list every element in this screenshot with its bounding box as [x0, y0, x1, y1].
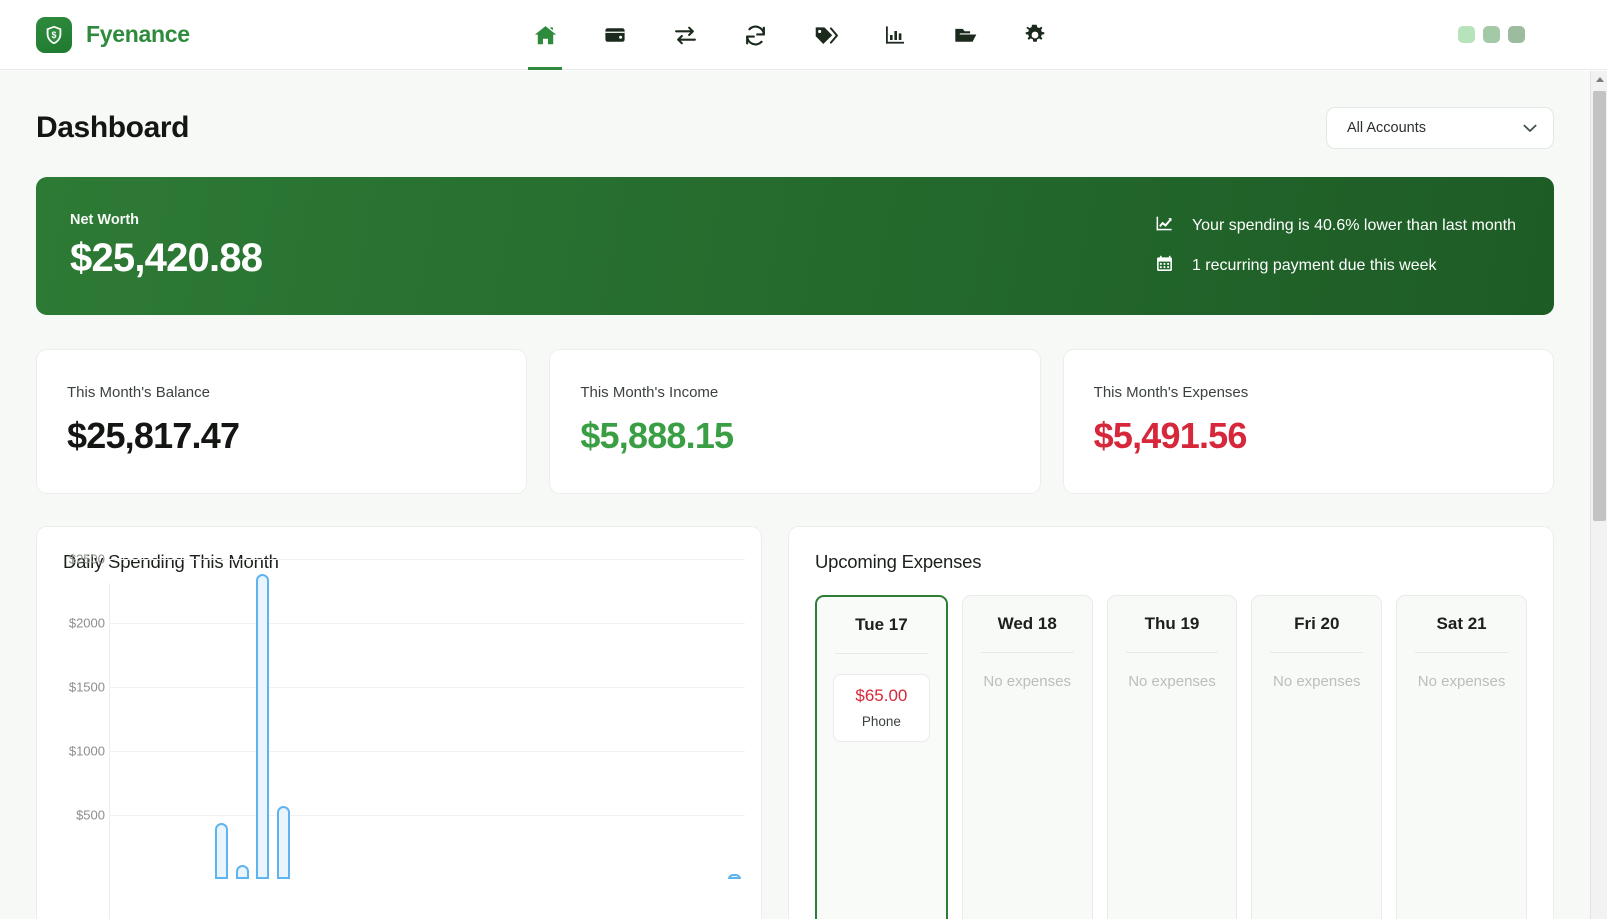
maximize-button[interactable] [1483, 26, 1500, 43]
nav-item-files[interactable] [930, 0, 1000, 70]
stat-value: $25,817.47 [67, 415, 496, 457]
home-icon [533, 23, 558, 48]
chart-y-tick: $2500 [47, 552, 105, 567]
dashboard-panels: Daily Spending This Month $2500 $2000 $150… [36, 526, 1554, 919]
no-expenses-label: No expenses [1413, 673, 1510, 690]
no-expenses-label: No expenses [979, 673, 1076, 690]
upcoming-day-card[interactable]: Wed 18 No expenses [962, 595, 1093, 919]
net-worth-insights: Your spending is 40.6% lower than last m… [1155, 214, 1516, 278]
scroll-up-button[interactable] [1591, 71, 1607, 88]
nav-item-accounts[interactable] [580, 0, 650, 70]
upcoming-day-label: Wed 18 [963, 614, 1092, 652]
chart-gridline [109, 559, 745, 560]
nav-item-reports[interactable] [860, 0, 930, 70]
stat-value: $5,888.15 [580, 415, 1009, 457]
upcoming-day-card[interactable]: Tue 17 $65.00 Phone [815, 595, 948, 919]
minimize-button[interactable] [1458, 26, 1475, 43]
main-viewport: Dashboard All Accounts Net Worth $25,420… [0, 71, 1590, 919]
chart-bar[interactable] [215, 823, 228, 879]
chevron-down-icon [1523, 122, 1537, 135]
stat-card-balance: This Month's Balance $25,817.47 [36, 349, 527, 494]
net-worth-banner: Net Worth $25,420.88 Your spending is 40… [36, 177, 1554, 315]
upcoming-day-card[interactable]: Thu 19 No expenses [1107, 595, 1238, 919]
upcoming-expense-item[interactable]: $65.00 Phone [833, 674, 930, 742]
title-bar: $ Fyenance [0, 0, 1607, 70]
account-filter-select[interactable]: All Accounts [1326, 107, 1554, 149]
insight-spending: Your spending is 40.6% lower than last m… [1155, 214, 1516, 238]
chart-bar[interactable] [728, 874, 741, 879]
window-controls [1458, 26, 1525, 43]
insight-recurring: 1 recurring payment due this week [1155, 254, 1516, 278]
chart-y-tick: $2000 [47, 616, 105, 631]
svg-text:$: $ [52, 30, 57, 40]
chart-bar[interactable] [256, 574, 269, 879]
brand: $ Fyenance [0, 17, 190, 53]
chart-bars [109, 583, 745, 919]
vertical-scrollbar[interactable] [1590, 71, 1607, 919]
stat-label: This Month's Income [580, 384, 1009, 401]
chart-bar[interactable] [277, 806, 290, 879]
transfer-icon [673, 23, 698, 48]
nav-item-categories[interactable] [790, 0, 860, 70]
nav-item-settings[interactable] [1000, 0, 1070, 70]
recurring-icon [743, 23, 768, 48]
stat-value: $5,491.56 [1094, 415, 1523, 457]
upcoming-expenses-title: Upcoming Expenses [789, 527, 1553, 573]
close-button[interactable] [1508, 26, 1525, 43]
brand-name: Fyenance [86, 21, 190, 48]
upcoming-day-body: No expenses [963, 653, 1092, 690]
chart-bar[interactable] [236, 865, 249, 879]
tag-icon [813, 23, 838, 48]
chart-y-tick: $1000 [47, 744, 105, 759]
upcoming-day-label: Thu 19 [1108, 614, 1237, 652]
upcoming-day-label: Sat 21 [1397, 614, 1526, 652]
upcoming-day-body: $65.00 Phone [817, 654, 946, 742]
nav-item-recurring[interactable] [720, 0, 790, 70]
stat-card-expenses: This Month's Expenses $5,491.56 [1063, 349, 1554, 494]
upcoming-day-body: No expenses [1108, 653, 1237, 690]
upcoming-day-body: No expenses [1397, 653, 1526, 690]
page-title: Dashboard [36, 111, 189, 145]
chart-y-tick: $500 [47, 808, 105, 823]
nav-item-dashboard[interactable] [510, 0, 580, 70]
nav-item-transactions[interactable] [650, 0, 720, 70]
upcoming-day-card[interactable]: Fri 20 No expenses [1251, 595, 1382, 919]
wallet-icon [603, 23, 627, 47]
upcoming-day-label: Fri 20 [1252, 614, 1381, 652]
upcoming-expenses-panel: Upcoming Expenses Tue 17 $65.00 Phone Wed 1… [788, 526, 1554, 919]
stat-cards: This Month's Balance $25,817.47 This Mon… [36, 349, 1554, 494]
stat-label: This Month's Balance [67, 384, 496, 401]
shield-dollar-icon: $ [36, 17, 72, 53]
account-filter-value: All Accounts [1347, 120, 1426, 136]
stat-card-income: This Month's Income $5,888.15 [549, 349, 1040, 494]
insight-spending-text: Your spending is 40.6% lower than last m… [1192, 217, 1516, 235]
line-chart-icon [1155, 214, 1174, 238]
gear-icon [1023, 23, 1047, 47]
upcoming-day-card[interactable]: Sat 21 No expenses [1396, 595, 1527, 919]
daily-spending-chart: $2500$2000$1500$1000$500 [37, 583, 761, 919]
chart-y-tick: $1500 [47, 680, 105, 695]
folder-icon [953, 23, 978, 48]
page-header: Dashboard All Accounts [36, 71, 1554, 149]
expense-amount: $65.00 [842, 686, 921, 706]
no-expenses-label: No expenses [1268, 673, 1365, 690]
expense-category: Phone [842, 714, 921, 729]
upcoming-day-label: Tue 17 [817, 615, 946, 653]
daily-spending-panel: Daily Spending This Month $2500 $2000 $150… [36, 526, 762, 919]
bar-chart-icon [883, 23, 907, 47]
chart-plot-area: $2500$2000$1500$1000$500 [37, 583, 761, 919]
calendar-icon [1155, 254, 1174, 278]
stat-label: This Month's Expenses [1094, 384, 1523, 401]
upcoming-days-row: Tue 17$65.00PhoneWed 18No expensesThu 19… [789, 573, 1553, 919]
daily-spending-title: Daily Spending This Month [37, 527, 761, 573]
insight-recurring-text: 1 recurring payment due this week [1192, 257, 1437, 275]
page-content: Dashboard All Accounts Net Worth $25,420… [0, 71, 1590, 919]
upcoming-day-body: No expenses [1252, 653, 1381, 690]
no-expenses-label: No expenses [1124, 673, 1221, 690]
scrollbar-thumb[interactable] [1593, 91, 1606, 521]
net-worth-label: Net Worth [70, 212, 262, 228]
main-nav [510, 0, 1070, 70]
net-worth-value: $25,420.88 [70, 236, 262, 281]
net-worth-main: Net Worth $25,420.88 [70, 212, 262, 281]
